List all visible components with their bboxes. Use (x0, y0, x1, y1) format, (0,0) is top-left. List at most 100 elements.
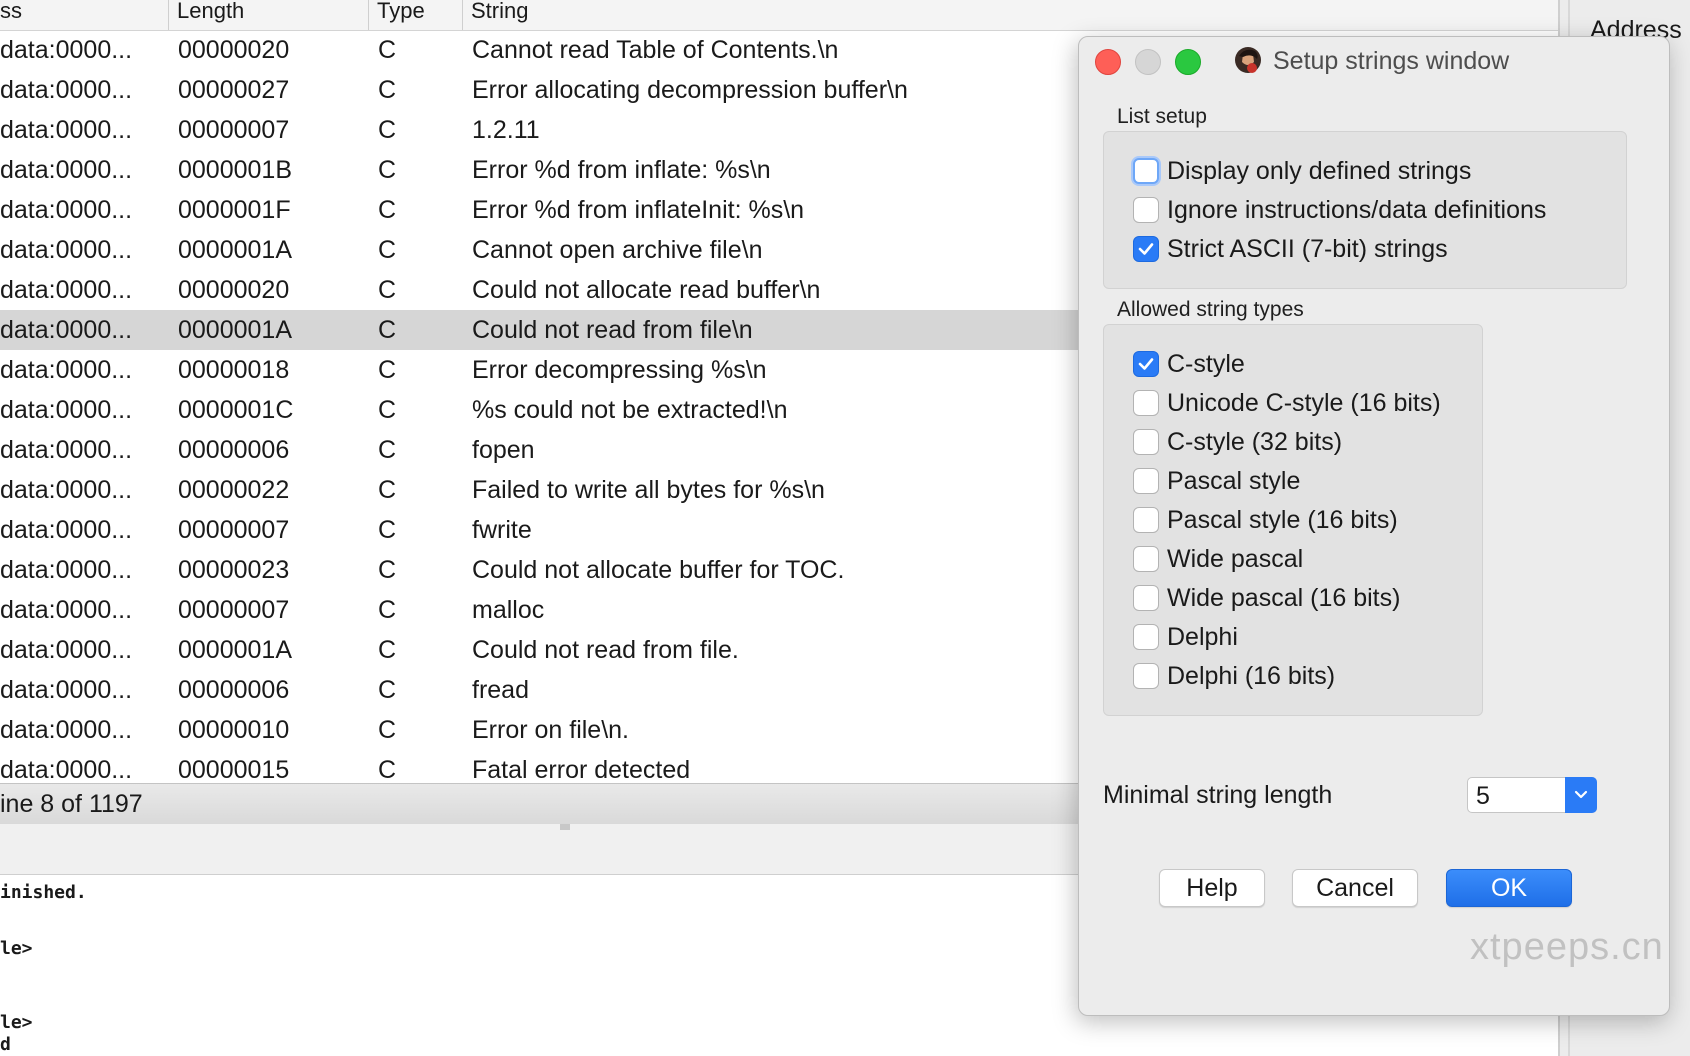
list-setup-option-label: Strict ASCII (7-bit) strings (1167, 234, 1448, 263)
allowed-types-label: Allowed string types (1117, 298, 1304, 321)
cell-length: 00000006 (178, 436, 290, 464)
table-row[interactable]: data:0000... 00000020 C Cannot read Table o… (0, 30, 1078, 70)
table-row[interactable]: data:0000... 00000023 C Could not allocate … (0, 550, 1078, 590)
cell-type: C (378, 676, 397, 704)
table-row[interactable]: data:0000... 0000001A C Cannot open archive… (0, 230, 1078, 270)
cell-type: C (378, 116, 397, 144)
string-type-option-label: Pascal style (16 bits) (1167, 505, 1398, 534)
checkbox-box[interactable] (1133, 546, 1159, 572)
cell-length: 00000022 (178, 476, 290, 504)
table-row[interactable]: data:0000... 00000007 Cmalloc (0, 590, 1078, 630)
table-row[interactable]: data:0000... 00000015 C Fatal error detecte… (0, 750, 1078, 778)
cell-type: C (378, 356, 397, 384)
table-row[interactable]: data:0000... 00000020 C Could not allocate … (0, 270, 1078, 310)
string-type-option-label: C-style (32 bits) (1167, 427, 1343, 456)
column-header-length[interactable]: Length (168, 0, 368, 30)
watermark: xtpeeps.cn (1470, 926, 1664, 968)
table-row[interactable]: data:0000... 00000007 Cfwrite (0, 510, 1078, 550)
cell-length: 0000001A (178, 636, 293, 664)
cell-length: 00000018 (178, 356, 290, 384)
table-row[interactable]: data:0000... 00000006 Cfopen (0, 430, 1078, 470)
column-header-address[interactable]: ss (0, 0, 170, 30)
string-type-option-checkbox[interactable]: Delphi (16 bits) (1133, 660, 1335, 692)
cell-string: Error on file\n. (472, 716, 630, 744)
string-type-option-label: Pascal style (1167, 466, 1301, 495)
cell-type: C (378, 276, 397, 304)
checkmark-icon[interactable] (1133, 236, 1159, 262)
cancel-button[interactable]: Cancel (1292, 869, 1418, 907)
dialog-titlebar[interactable]: Setup strings window (1079, 37, 1669, 85)
string-type-option-checkbox[interactable]: Wide pascal (1133, 543, 1303, 575)
table-row[interactable]: data:0000... 00000010 C Error on file\n. (0, 710, 1078, 750)
ida-app-icon (1235, 47, 1261, 73)
cell-string: malloc (472, 596, 545, 624)
maximize-window-button[interactable] (1175, 49, 1201, 75)
cell-type: C (378, 36, 397, 64)
cell-string: Failed to write all bytes for %s\n (472, 476, 825, 504)
checkbox-box[interactable] (1133, 158, 1159, 184)
cell-string: Could not allocate read buffer\n (472, 276, 821, 304)
string-type-option-checkbox[interactable]: C-style (1133, 348, 1245, 380)
output-line: le> (0, 1012, 33, 1033)
cell-type: C (378, 516, 397, 544)
cell-address: data:0000... (0, 436, 133, 464)
checkbox-box[interactable] (1133, 585, 1159, 611)
list-setup-option-checkbox[interactable]: Strict ASCII (7-bit) strings (1133, 233, 1448, 265)
string-type-option-checkbox[interactable]: Unicode C-style (16 bits) (1133, 387, 1441, 419)
table-row[interactable]: data:0000... 00000006 Cfread (0, 670, 1078, 710)
cell-string: fwrite (472, 516, 532, 544)
string-type-option-checkbox[interactable]: Pascal style (16 bits) (1133, 504, 1398, 536)
string-type-option-checkbox[interactable]: Pascal style (1133, 465, 1300, 497)
min-length-select[interactable]: 5 (1467, 777, 1597, 813)
column-header-string[interactable]: String (462, 0, 1560, 30)
output-window[interactable]: inished. le> le> d (0, 876, 1078, 1056)
strings-list[interactable]: data:0000... 00000020 C Cannot read Table o… (0, 30, 1078, 778)
string-type-option-checkbox[interactable]: Delphi (1133, 621, 1238, 653)
checkbox-box[interactable] (1133, 429, 1159, 455)
chevron-down-icon[interactable] (1565, 777, 1597, 813)
cell-type: C (378, 396, 397, 424)
cell-length: 00000007 (178, 596, 290, 624)
cell-address: data:0000... (0, 556, 133, 584)
string-type-option-checkbox[interactable]: C-style (32 bits) (1133, 426, 1342, 458)
minimize-window-button[interactable] (1135, 49, 1161, 75)
ok-button[interactable]: OK (1446, 869, 1572, 907)
table-row[interactable]: data:0000... 0000001A C Could not read from… (0, 310, 1078, 350)
help-button[interactable]: Help (1159, 869, 1265, 907)
table-row[interactable]: data:0000... 00000027 C Error allocating de… (0, 70, 1078, 110)
list-header: ss Length Type String (0, 0, 1560, 31)
cell-length: 0000001A (178, 316, 293, 344)
status-bar: ine 8 of 1197 (0, 783, 1078, 825)
pane-splitter[interactable] (0, 824, 1078, 875)
checkbox-box[interactable] (1133, 507, 1159, 533)
cell-length: 0000001B (178, 156, 293, 184)
column-header-type[interactable]: Type (368, 0, 462, 30)
cell-address: data:0000... (0, 516, 133, 544)
list-setup-label: List setup (1117, 105, 1207, 128)
splitter-grip[interactable] (560, 824, 570, 830)
checkbox-box[interactable] (1133, 390, 1159, 416)
table-row[interactable]: data:0000... 0000001A C Could not read from… (0, 630, 1078, 670)
table-row[interactable]: data:0000... 0000001C C %s could not be ext… (0, 390, 1078, 430)
cell-type: C (378, 236, 397, 264)
table-row[interactable]: data:0000... 00000022 C Failed to write all… (0, 470, 1078, 510)
checkbox-box[interactable] (1133, 197, 1159, 223)
checkbox-box[interactable] (1133, 468, 1159, 494)
string-type-option-label: Wide pascal (16 bits) (1167, 583, 1401, 612)
table-row[interactable]: data:0000... 00000007 C 1.2.11 (0, 110, 1078, 150)
checkmark-icon[interactable] (1133, 351, 1159, 377)
string-type-option-checkbox[interactable]: Wide pascal (16 bits) (1133, 582, 1400, 614)
column-header-type-label: Type (377, 0, 425, 23)
checkbox-box[interactable] (1133, 624, 1159, 650)
cell-string: Cannot read Table of Contents.\n (472, 36, 839, 64)
table-row[interactable]: data:0000... 00000018 C Error decompressing… (0, 350, 1078, 390)
table-row[interactable]: data:0000... 0000001F C Error %d from infla… (0, 190, 1078, 230)
cell-string: fread (472, 676, 529, 704)
cell-type: C (378, 756, 397, 778)
close-window-button[interactable] (1095, 49, 1121, 75)
table-row[interactable]: data:0000... 0000001B C Error %d from infla… (0, 150, 1078, 190)
cell-type: C (378, 716, 397, 744)
list-setup-option-checkbox[interactable]: Ignore instructions/data definitions (1133, 194, 1546, 226)
list-setup-option-checkbox[interactable]: Display only defined strings (1133, 155, 1471, 187)
checkbox-box[interactable] (1133, 663, 1159, 689)
